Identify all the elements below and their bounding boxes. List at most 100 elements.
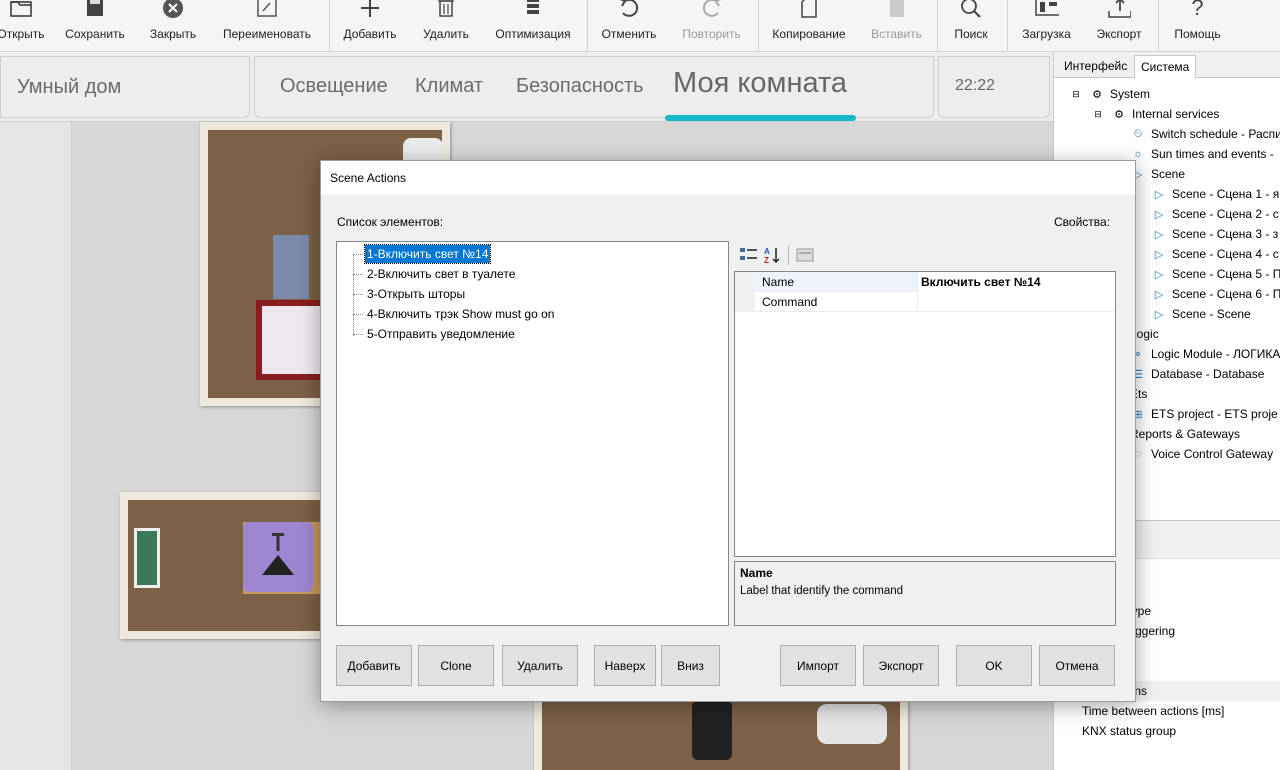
categorized-icon[interactable]: [739, 245, 759, 265]
tree-node-ets-project[interactable]: ⊞ ETS project - ETS proje: [1130, 404, 1277, 424]
list-item[interactable]: 4-Включить трэк Show must go on: [365, 305, 556, 323]
toolbar-help-button[interactable]: ? Помощь: [1170, 0, 1225, 52]
toolbar-add-button[interactable]: Добавить: [341, 0, 399, 52]
tab-lighting[interactable]: Освещение: [280, 75, 388, 98]
tree-label: Scene - Сцена 1 - я: [1172, 187, 1280, 201]
tree-node-logic-module[interactable]: ⚬ Logic Module - ЛОГИКА: [1130, 344, 1280, 364]
tree-node-scene-6[interactable]: ▷ Scene - Сцена 6 - П: [1151, 284, 1280, 304]
toolbar-label: Копирование: [772, 27, 846, 41]
clock: 22:22: [938, 56, 1050, 118]
cancel-button[interactable]: Отмена: [1039, 645, 1115, 686]
scene-icon: ▷: [1154, 308, 1164, 321]
toolbar-separator: [788, 245, 789, 265]
add-button[interactable]: Добавить: [336, 645, 412, 686]
property-grid[interactable]: Name Включить свет №14 Command: [734, 271, 1116, 557]
tree-node-scene-scene[interactable]: ▷ Scene - Scene: [1151, 304, 1251, 324]
toolbar-label: Закрыть: [149, 27, 197, 41]
undo-icon: [617, 0, 641, 20]
tree-guide-dash: [353, 274, 363, 275]
toolbar-close-button[interactable]: Закрыть: [147, 0, 199, 52]
toolbar-search-button[interactable]: Поиск: [950, 0, 992, 52]
toolbar-paste-button[interactable]: Вставить: [868, 0, 925, 52]
sort-alphabetical-icon[interactable]: AZ: [763, 245, 783, 265]
tree-node-scene-4[interactable]: ▷ Scene - Сцена 4 - с: [1151, 244, 1279, 264]
property-name: Name: [762, 275, 795, 289]
tree-node-internal-services[interactable]: ⊟ ⚙ Internal services: [1090, 104, 1219, 124]
tree-label: Reports & Gateways: [1130, 427, 1241, 441]
tree-node-scene-2[interactable]: ▷ Scene - Сцена 2 - с: [1151, 204, 1279, 224]
tree-node-scene-3[interactable]: ▷ Scene - Сцена 3 - з: [1151, 224, 1278, 244]
import-button[interactable]: Импорт: [780, 645, 856, 686]
svg-text:A: A: [764, 247, 770, 256]
scene-icon: ▷: [1154, 188, 1164, 201]
toolbar-open-button[interactable]: Открыть: [0, 0, 46, 52]
gear-icon: ⚙: [1114, 108, 1124, 121]
tree-node-scene[interactable]: ▷ Scene: [1130, 164, 1185, 184]
tree-node-scene-1[interactable]: ▷ Scene - Сцена 1 - я: [1151, 184, 1279, 204]
elements-list[interactable]: 1-Включить свет №14 2-Включить свет в ту…: [336, 241, 729, 626]
list-item[interactable]: 1-Включить свет №14: [363, 244, 492, 264]
property-row[interactable]: Time between actions [ms]: [1054, 701, 1280, 721]
tab-my-room[interactable]: Моя комната: [673, 67, 847, 100]
property-grid-toolbar: AZ: [735, 241, 855, 269]
rename-icon: [255, 0, 279, 20]
scene-icon: ▷: [1154, 288, 1164, 301]
move-up-button[interactable]: Наверх: [594, 645, 656, 686]
collapse-icon: ⊟: [1094, 108, 1102, 119]
grid-margin: [735, 292, 755, 312]
dialog-title-bar[interactable]: Scene Actions: [321, 161, 1135, 195]
nav-tabs: Освещение Климат Безопасность Моя комнат…: [254, 56, 934, 121]
tab-system[interactable]: Система: [1134, 55, 1197, 79]
tree-node-sun-times[interactable]: ☼ Sun times and events -: [1130, 144, 1274, 164]
move-down-button[interactable]: Вниз: [661, 645, 720, 686]
export-icon: [1107, 0, 1131, 20]
clone-button[interactable]: Clone: [418, 645, 494, 686]
list-item[interactable]: 2-Включить свет в туалете: [365, 265, 517, 283]
property-value-name[interactable]: Включить свет №14: [917, 272, 1115, 292]
home-title[interactable]: Умный дом: [0, 56, 250, 118]
property-row[interactable]: KNX status group: [1054, 721, 1280, 741]
tab-climate[interactable]: Климат: [415, 75, 483, 98]
toolbar-rename-button[interactable]: Переименовать: [221, 0, 313, 52]
property-grid-row[interactable]: Command: [735, 292, 1115, 312]
tree-node-scene-5[interactable]: ▷ Scene - Сцена 5 - П: [1151, 264, 1280, 284]
property-value-command[interactable]: [917, 292, 1115, 312]
list-item[interactable]: 3-Открыть шторы: [365, 285, 467, 303]
plus-icon: [358, 0, 382, 20]
furniture-chair: [692, 700, 732, 760]
toolbar-undo-button[interactable]: Отменить: [599, 0, 659, 52]
ok-button[interactable]: OK: [956, 645, 1032, 686]
tree-node-voice-control[interactable]: ◌ Voice Control Gateway: [1130, 444, 1273, 464]
toolbar-copy-button[interactable]: Копирование: [770, 0, 848, 52]
lamp-device-icon[interactable]: [243, 522, 313, 592]
tab-security[interactable]: Безопасность: [516, 75, 644, 98]
property-grid-row[interactable]: Name Включить свет №14: [735, 272, 1115, 292]
tree-label: Scene - Сцена 3 - з: [1172, 227, 1279, 241]
export-button[interactable]: Экспорт: [863, 645, 939, 686]
trash-icon: [434, 0, 458, 20]
property-pages-icon[interactable]: [795, 245, 815, 265]
redo-icon: [700, 0, 724, 20]
tree-node-system[interactable]: ⊟ ⚙ System: [1068, 84, 1150, 104]
tab-interface[interactable]: Интерфейс: [1064, 59, 1127, 73]
toolbar-delete-button[interactable]: Удалить: [420, 0, 472, 52]
delete-button[interactable]: Удалить: [502, 645, 578, 686]
tree-guide-dash: [353, 334, 363, 335]
tree-node-switch-schedule[interactable]: ⏲ Switch schedule - Распи: [1130, 124, 1280, 144]
tree-node-database[interactable]: ☰ Database - Database: [1130, 364, 1264, 384]
toolbar-redo-button[interactable]: Повторить: [680, 0, 743, 52]
toolbar-optimize-button[interactable]: Оптимизация: [492, 0, 574, 52]
grid-margin: [735, 272, 755, 292]
help-title: Name: [740, 566, 773, 580]
toolbar-export-button[interactable]: Экспорт: [1093, 0, 1145, 52]
toolbar-upload-button[interactable]: Загрузка: [1019, 0, 1074, 52]
toolbar-save-button[interactable]: Сохранить: [65, 0, 125, 52]
tree-label: Voice Control Gateway: [1151, 447, 1274, 461]
paste-icon: [885, 0, 909, 20]
list-item[interactable]: 5-Отправить уведомление: [365, 325, 517, 343]
toolbar-label: Удалить: [423, 27, 469, 41]
tree-label: Switch schedule - Распи: [1151, 127, 1280, 141]
toolbar-label: Отменить: [601, 27, 657, 41]
furniture-picture: [134, 528, 160, 588]
active-tab-indicator: [665, 115, 856, 121]
